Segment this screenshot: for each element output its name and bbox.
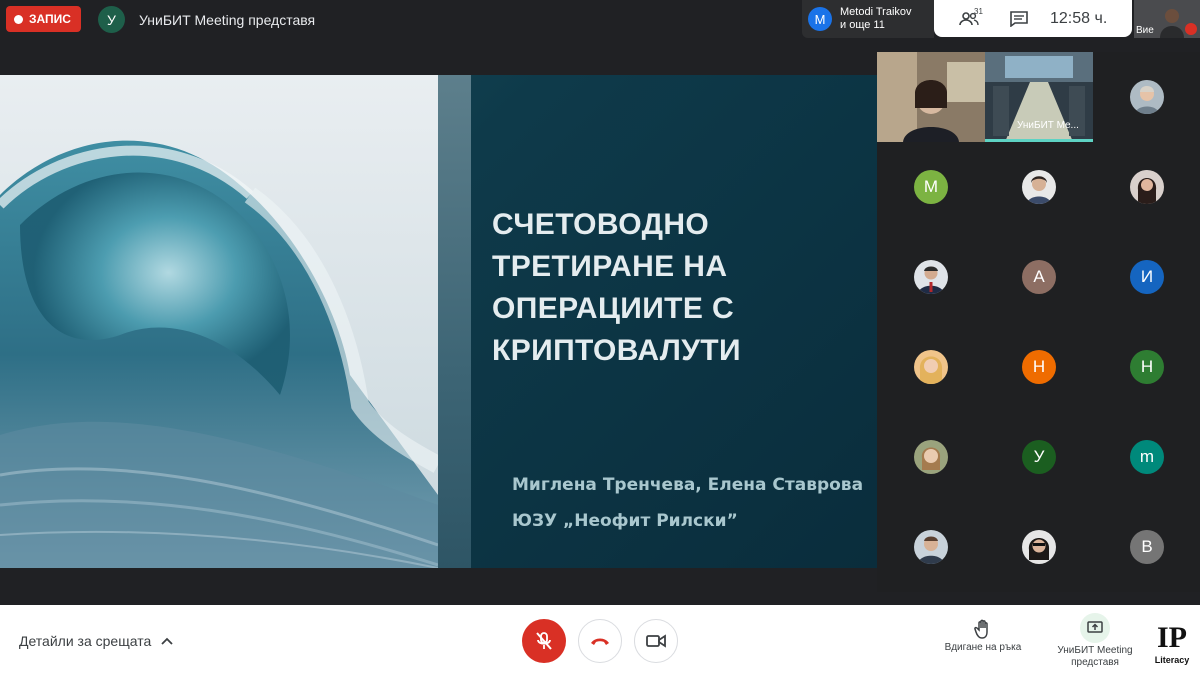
participant-video-image: [877, 52, 985, 142]
present-now-button[interactable]: УниБИТ Meeting представя: [1050, 613, 1140, 669]
present-label-line1: УниБИТ Meeting: [1057, 645, 1133, 656]
presenter-indicator: У УниБИТ Meeting представя: [98, 6, 315, 33]
participant-avatar: Н: [1130, 350, 1164, 384]
participant-tile[interactable]: [985, 502, 1093, 592]
present-icon-wrap: [1080, 613, 1110, 643]
chevron-up-icon: [161, 637, 173, 645]
top-bar: ЗАПИС У УниБИТ Meeting представя M Metod…: [0, 0, 1200, 40]
participant-tile[interactable]: Н: [1093, 322, 1200, 412]
participant-tile[interactable]: [1093, 142, 1200, 232]
speaker-avatar: M: [808, 7, 832, 31]
participant-avatar: И: [1130, 260, 1164, 294]
participant-tile[interactable]: [985, 142, 1093, 232]
ip-literacy-logo: IP Literacy: [1148, 623, 1196, 671]
presenter-video[interactable]: УниБИТ Me...: [985, 52, 1093, 142]
participant-tile[interactable]: [877, 322, 985, 412]
participant-tile[interactable]: [877, 412, 985, 502]
slide-university: ЮЗУ „Неофит Рилски”: [512, 511, 738, 531]
participant-tile[interactable]: У: [985, 412, 1093, 502]
participant-tile[interactable]: А: [985, 232, 1093, 322]
leave-call-button[interactable]: [578, 619, 622, 663]
participant-tile[interactable]: m: [1093, 412, 1200, 502]
participant-photo: [914, 530, 948, 564]
participant-tile[interactable]: [877, 502, 985, 592]
recording-label: ЗАПИС: [29, 12, 71, 26]
self-label: Вие: [1136, 25, 1154, 36]
participant-photo: [914, 260, 948, 294]
participant-tile[interactable]: Н: [985, 322, 1093, 412]
participant-avatar: А: [1022, 260, 1056, 294]
record-dot-icon: [14, 14, 23, 24]
participant-avatar: M: [914, 170, 948, 204]
clock: 12:58 ч.: [1050, 9, 1108, 27]
presenter-video-label: УниБИТ Me...: [1017, 120, 1079, 131]
participant-tile[interactable]: [877, 232, 985, 322]
present-screen-icon: [1087, 621, 1103, 633]
camera-toggle-button[interactable]: [634, 619, 678, 663]
slide-title: СЧЕТОВОДНО ТРЕТИРАНЕ НА ОПЕРАЦИИТЕ С КРИ…: [492, 208, 741, 367]
presenter-text: УниБИТ Meeting представя: [139, 11, 316, 28]
chat-icon: [1010, 10, 1028, 27]
participant-avatar: У: [1022, 440, 1056, 474]
present-label-line2: представя: [1071, 657, 1119, 668]
bottom-control-bar: Детайли за срещата Вдигане на ръка УниБИ…: [0, 605, 1200, 675]
hang-up-icon: [591, 638, 609, 645]
raise-hand-label: Вдигане на ръка: [944, 642, 1022, 653]
participant-video[interactable]: [877, 52, 985, 142]
mic-off-icon: [536, 632, 552, 650]
logo-subtext: Literacy: [1154, 655, 1190, 665]
camera-icon: [646, 634, 666, 648]
participant-photo: [1022, 530, 1056, 564]
wave-image: [0, 75, 438, 568]
slide-divider: [438, 75, 471, 568]
presentation-slide: СЧЕТОВОДНО ТРЕТИРАНЕ НА ОПЕРАЦИИТЕ С КРИ…: [0, 75, 877, 568]
chat-button[interactable]: [1010, 10, 1028, 27]
participant-avatar: m: [1130, 440, 1164, 474]
speaker-name: Metodi Traikov: [840, 6, 912, 18]
participant-photo: [1130, 170, 1164, 204]
logo-text: IP: [1157, 621, 1187, 654]
participant-photo: [914, 440, 948, 474]
participant-photo: [914, 350, 948, 384]
participant-photo: [1130, 80, 1164, 114]
active-speakers[interactable]: M Metodi Traikov и още 11: [802, 0, 934, 38]
meeting-details-button[interactable]: Детайли за срещата: [19, 633, 173, 649]
slide-authors: Миглена Тренчева, Елена Ставрова: [512, 475, 864, 495]
recording-badge: ЗАПИС: [6, 6, 81, 32]
microphone-toggle-button[interactable]: [522, 619, 566, 663]
participant-avatar: B: [1130, 530, 1164, 564]
participant-grid: УниБИТ Me... M А И Н Н У m B: [877, 52, 1200, 592]
participant-tile[interactable]: И: [1093, 232, 1200, 322]
participant-tile[interactable]: B: [1093, 502, 1200, 592]
participant-tile[interactable]: [1093, 52, 1200, 142]
presenter-avatar: У: [98, 6, 125, 33]
participant-tile[interactable]: M: [877, 142, 985, 232]
meeting-info-bar: 31 12:58 ч.: [934, 0, 1132, 37]
mic-off-icon: [1185, 23, 1197, 35]
participant-photo: [1022, 170, 1056, 204]
hand-icon: [974, 619, 988, 639]
meeting-details-label: Детайли за срещата: [19, 633, 152, 649]
participants-button[interactable]: 31: [954, 7, 984, 27]
self-view[interactable]: Вие: [1134, 0, 1200, 38]
participants-count: 31: [974, 6, 983, 16]
speaker-more: и още 11: [840, 19, 885, 31]
participant-avatar: Н: [1022, 350, 1056, 384]
raise-hand-button[interactable]: Вдигане на ръка: [938, 619, 1028, 653]
